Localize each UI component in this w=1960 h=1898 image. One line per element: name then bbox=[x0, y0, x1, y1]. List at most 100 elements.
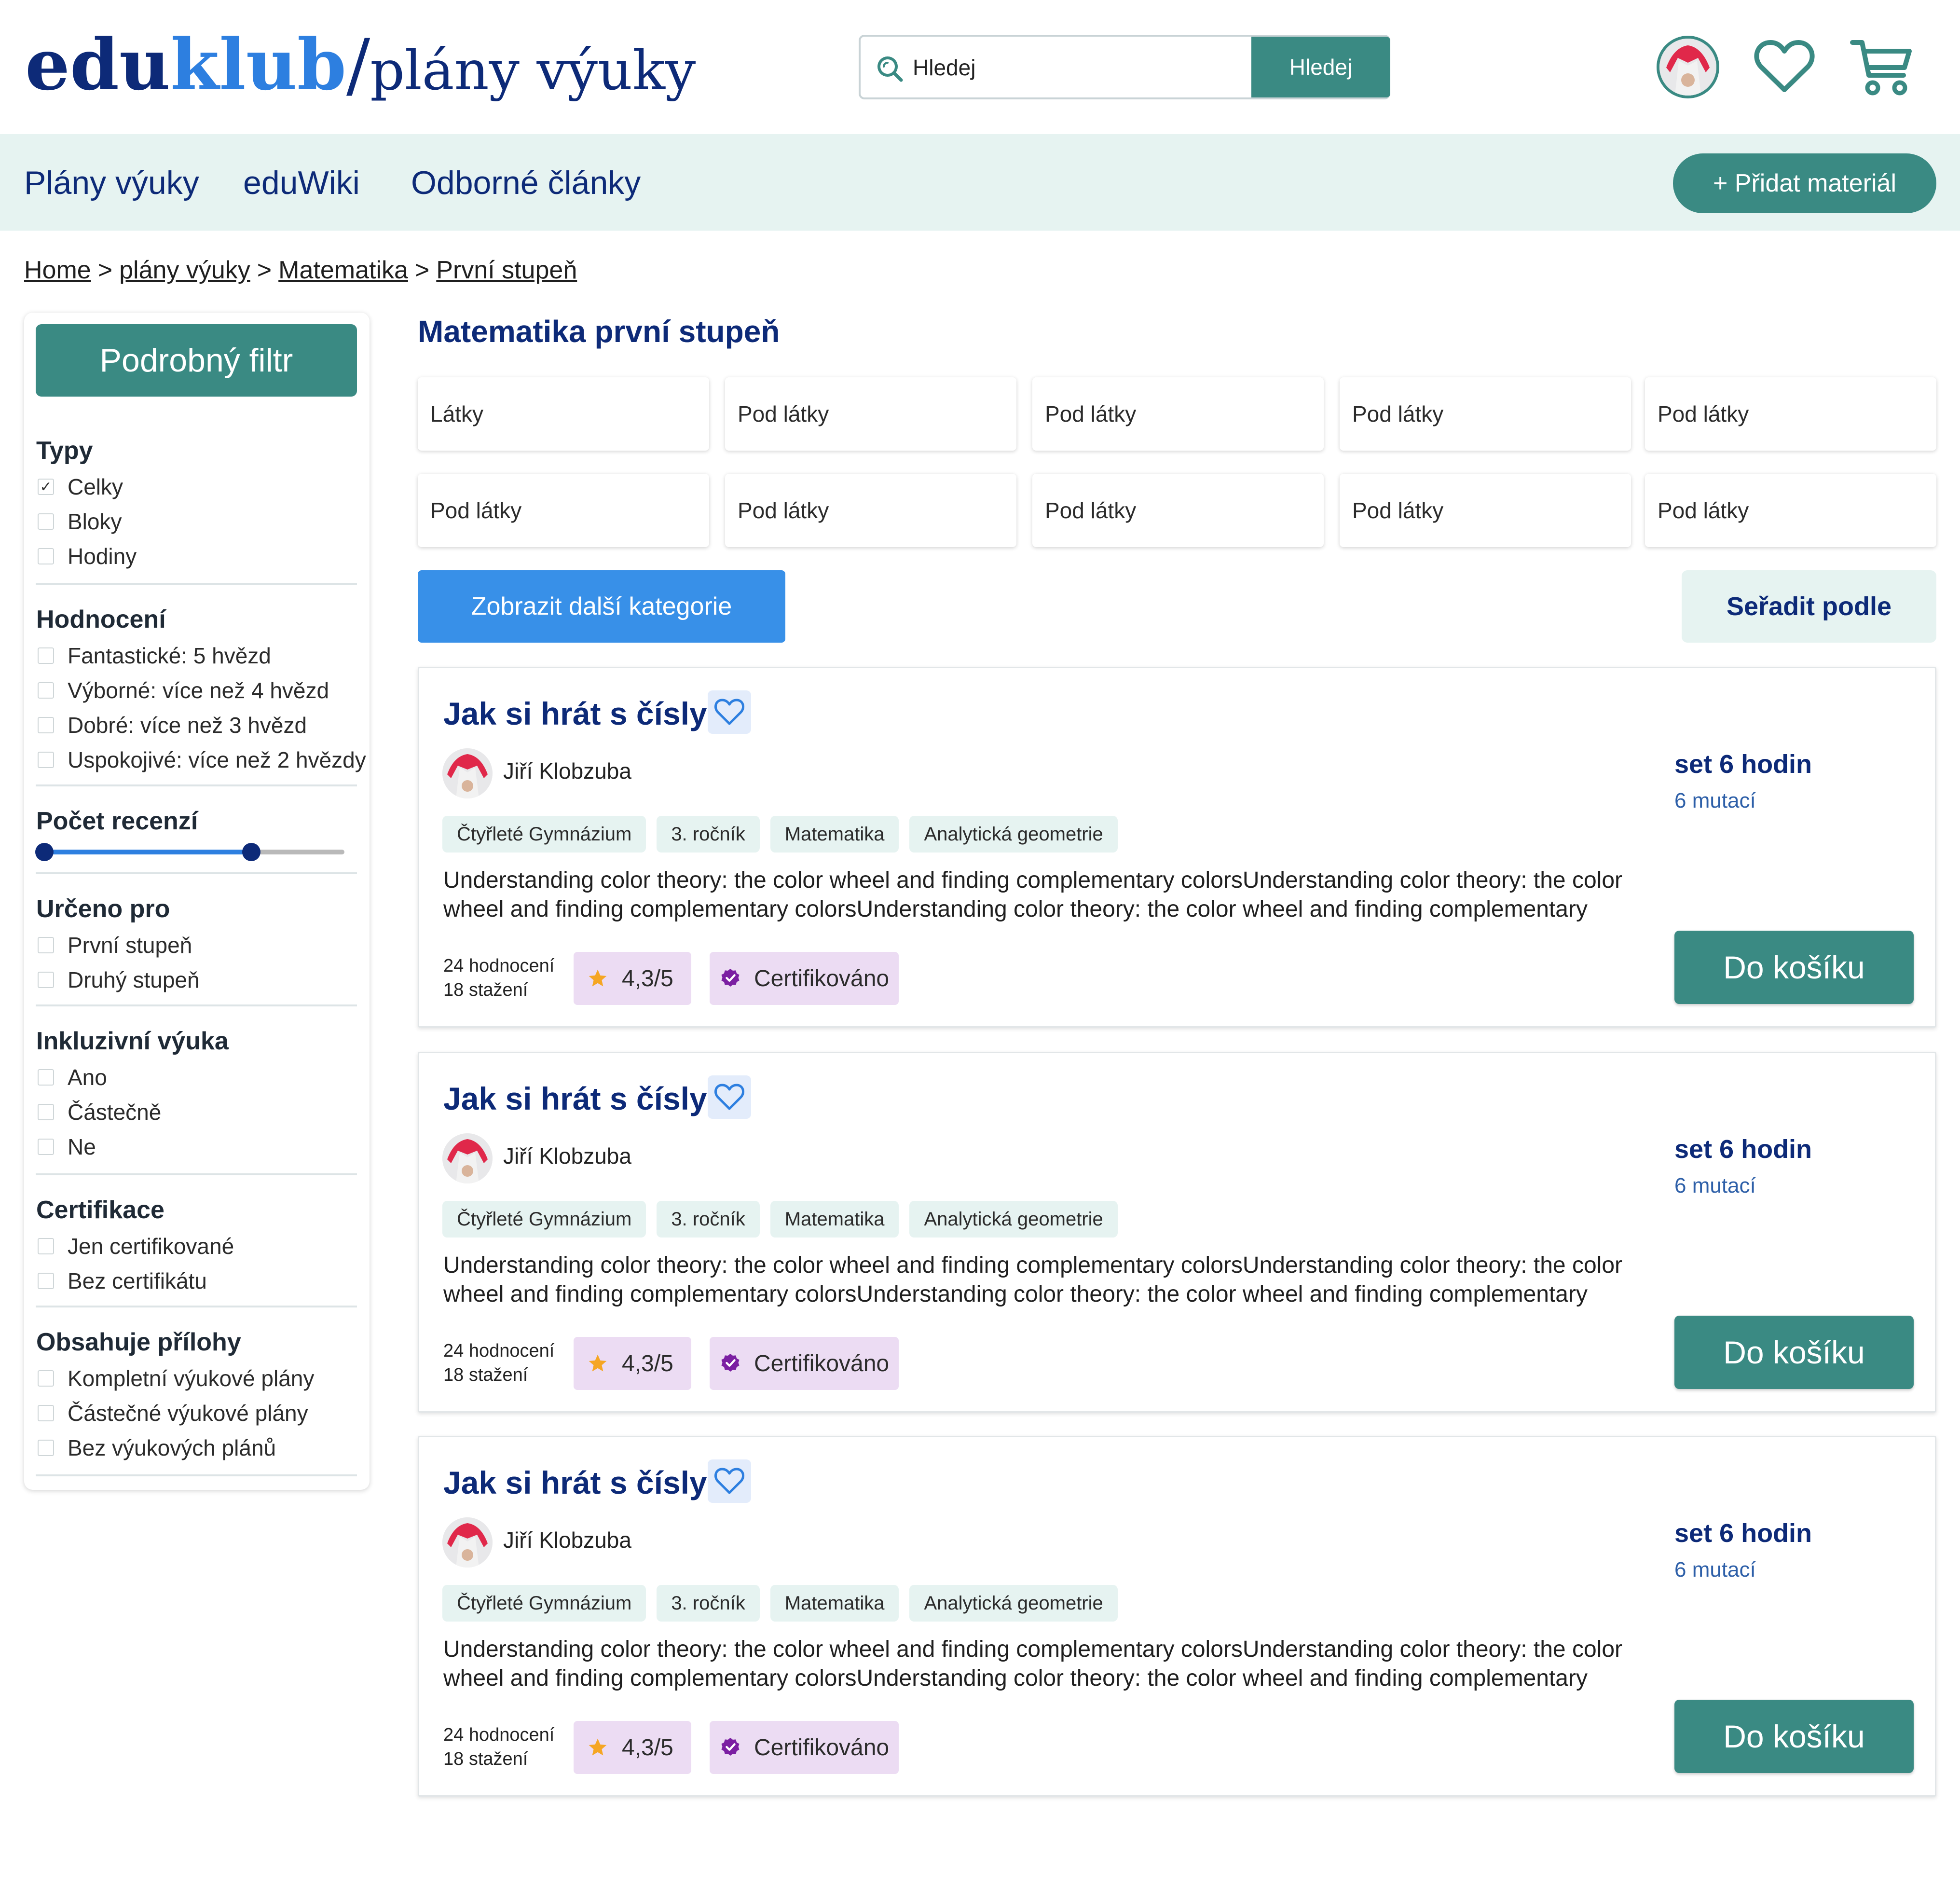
detailed-filter-button[interactable]: Podrobný filtr bbox=[36, 324, 357, 397]
card-title[interactable]: Jak si hrát s čísly bbox=[443, 695, 707, 732]
checkbox[interactable] bbox=[38, 1370, 54, 1387]
author-name[interactable]: Jiří Klobzuba bbox=[503, 1143, 631, 1169]
heart-icon bbox=[714, 1468, 745, 1494]
checkbox[interactable] bbox=[38, 1104, 54, 1120]
checkbox[interactable] bbox=[38, 752, 54, 768]
nav-link-plany-vyuky[interactable]: Plány výuky bbox=[24, 164, 199, 202]
filter-option-rating-5[interactable]: Fantastické: 5 hvězd bbox=[38, 643, 271, 669]
breadcrumb-home[interactable]: Home bbox=[24, 256, 91, 284]
add-to-cart-button[interactable]: Do košíku bbox=[1674, 931, 1914, 1004]
checkbox[interactable] bbox=[38, 1069, 54, 1086]
filter-option-rating-3[interactable]: Dobré: více než 3 hvězd bbox=[38, 712, 307, 738]
add-to-cart-button[interactable]: Do košíku bbox=[1674, 1700, 1914, 1773]
filter-option-rating-4[interactable]: Výborné: více než 4 hvězd bbox=[38, 677, 329, 703]
filter-option-kompletni[interactable]: Kompletní výukové plány bbox=[38, 1365, 314, 1391]
slider-handle-max[interactable] bbox=[242, 843, 261, 861]
author-name[interactable]: Jiří Klobzuba bbox=[503, 1527, 631, 1553]
breadcrumb-plany-vyuky[interactable]: plány výuky bbox=[119, 256, 250, 284]
rating-badge: 4,3/5 bbox=[574, 952, 691, 1005]
site-logo[interactable]: eduklub/plány výuky bbox=[25, 30, 696, 101]
tag[interactable]: Matematika bbox=[770, 816, 899, 853]
checkbox[interactable] bbox=[38, 717, 54, 733]
category-tile[interactable]: Pod látky bbox=[418, 474, 709, 547]
checkbox[interactable] bbox=[38, 1405, 54, 1421]
tag[interactable]: 3. ročník bbox=[657, 1201, 760, 1238]
show-more-categories-button[interactable]: Zobrazit další kategorie bbox=[418, 570, 785, 643]
category-tile[interactable]: Pod látky bbox=[725, 474, 1016, 547]
category-tile[interactable]: Pod látky bbox=[1032, 474, 1324, 547]
author-avatar[interactable] bbox=[442, 1517, 493, 1568]
category-tile[interactable]: Pod látky bbox=[725, 377, 1016, 451]
filter-option-ne[interactable]: Ne bbox=[38, 1134, 96, 1160]
tag[interactable]: Analytická geometrie bbox=[909, 1201, 1118, 1238]
add-to-favorites-button[interactable] bbox=[708, 1075, 751, 1119]
checkbox[interactable] bbox=[38, 1273, 54, 1289]
slider-handle-min[interactable] bbox=[35, 843, 54, 861]
filter-option-label: Druhý stupeň bbox=[68, 967, 200, 992]
checkbox[interactable] bbox=[38, 682, 54, 699]
tag[interactable]: Čtyřleté Gymnázium bbox=[442, 1201, 646, 1238]
nav-link-eduwiki[interactable]: eduWiki bbox=[243, 164, 360, 202]
filter-option-bez-planu[interactable]: Bez výukových plánů bbox=[38, 1435, 276, 1461]
mutation-count[interactable]: 6 mutací bbox=[1674, 1558, 1756, 1582]
category-tile[interactable]: Látky bbox=[418, 377, 709, 451]
user-avatar[interactable] bbox=[1657, 36, 1719, 98]
filter-option-bez-certifikatu[interactable]: Bez certifikátu bbox=[38, 1268, 207, 1294]
card-title[interactable]: Jak si hrát s čísly bbox=[443, 1080, 707, 1117]
checkbox-checked[interactable]: ✓ bbox=[38, 479, 54, 495]
add-material-button[interactable]: + Přidat materiál bbox=[1673, 153, 1936, 213]
checkbox[interactable] bbox=[38, 937, 54, 953]
tag[interactable]: 3. ročník bbox=[657, 816, 760, 853]
checkbox[interactable] bbox=[38, 647, 54, 664]
card-title[interactable]: Jak si hrát s čísly bbox=[443, 1464, 707, 1501]
category-tile[interactable]: Pod látky bbox=[1032, 377, 1324, 451]
author-avatar[interactable] bbox=[442, 1133, 493, 1183]
category-tile[interactable]: Pod látky bbox=[1645, 377, 1936, 451]
filter-option-castecne[interactable]: Částečně bbox=[38, 1099, 161, 1125]
tag[interactable]: Matematika bbox=[770, 1201, 899, 1238]
mutation-count[interactable]: 6 mutací bbox=[1674, 1174, 1756, 1198]
filter-option-hodiny[interactable]: Hodiny bbox=[38, 543, 137, 569]
breadcrumb-matematika[interactable]: Matematika bbox=[278, 256, 408, 284]
category-tile[interactable]: Pod látky bbox=[1340, 377, 1631, 451]
tag[interactable]: Čtyřleté Gymnázium bbox=[442, 816, 646, 853]
checkbox[interactable] bbox=[38, 972, 54, 988]
filter-option-rating-2[interactable]: Uspokojivé: více než 2 hvězdy bbox=[38, 747, 366, 773]
tag[interactable]: Analytická geometrie bbox=[909, 816, 1118, 853]
search-button[interactable]: Hledej bbox=[1251, 37, 1390, 97]
add-to-favorites-button[interactable] bbox=[708, 1459, 751, 1503]
tag[interactable]: Matematika bbox=[770, 1585, 899, 1622]
checkbox[interactable] bbox=[38, 1139, 54, 1155]
category-tile[interactable]: Pod látky bbox=[1340, 474, 1631, 547]
cart-icon[interactable] bbox=[1850, 38, 1912, 96]
favorites-heart-icon[interactable] bbox=[1754, 40, 1815, 94]
checkbox[interactable] bbox=[38, 1440, 54, 1456]
lesson-plan-card: Jak si hrát s čísly Jiří Klobzuba Čtyřle… bbox=[418, 1052, 1936, 1413]
author-avatar-image bbox=[442, 1133, 493, 1183]
mutation-count[interactable]: 6 mutací bbox=[1674, 789, 1756, 813]
filter-option-jen-certifikovane[interactable]: Jen certifikované bbox=[38, 1233, 234, 1259]
filter-option-druhy-stupen[interactable]: Druhý stupeň bbox=[38, 967, 200, 993]
checkbox[interactable] bbox=[38, 1238, 54, 1254]
main-navigation: Plány výuky eduWiki Odborné články + Při… bbox=[0, 134, 1960, 231]
add-to-favorites-button[interactable] bbox=[708, 690, 751, 734]
add-to-cart-button[interactable]: Do košíku bbox=[1674, 1316, 1914, 1389]
filter-option-ano[interactable]: Ano bbox=[38, 1064, 107, 1090]
search-input[interactable] bbox=[913, 47, 1241, 88]
nav-link-odborne-clanky[interactable]: Odborné články bbox=[411, 164, 641, 202]
filter-option-castecne-plany[interactable]: Částečné výukové plány bbox=[38, 1400, 308, 1426]
author-avatar[interactable] bbox=[442, 748, 493, 798]
category-tile[interactable]: Pod látky bbox=[1645, 474, 1936, 547]
filter-option-celky[interactable]: ✓ Celky bbox=[38, 474, 123, 500]
tag[interactable]: Čtyřleté Gymnázium bbox=[442, 1585, 646, 1622]
sort-by-button[interactable]: Seřadit podle bbox=[1682, 570, 1936, 643]
filter-option-label: Hodiny bbox=[68, 544, 137, 569]
checkbox[interactable] bbox=[38, 548, 54, 564]
filter-option-bloky[interactable]: Bloky bbox=[38, 509, 122, 535]
checkbox[interactable] bbox=[38, 513, 54, 530]
breadcrumb-prvni-stupen[interactable]: První stupeň bbox=[436, 256, 577, 284]
author-name[interactable]: Jiří Klobzuba bbox=[503, 758, 631, 784]
tag[interactable]: 3. ročník bbox=[657, 1585, 760, 1622]
tag[interactable]: Analytická geometrie bbox=[909, 1585, 1118, 1622]
filter-option-prvni-stupen[interactable]: První stupeň bbox=[38, 932, 192, 958]
